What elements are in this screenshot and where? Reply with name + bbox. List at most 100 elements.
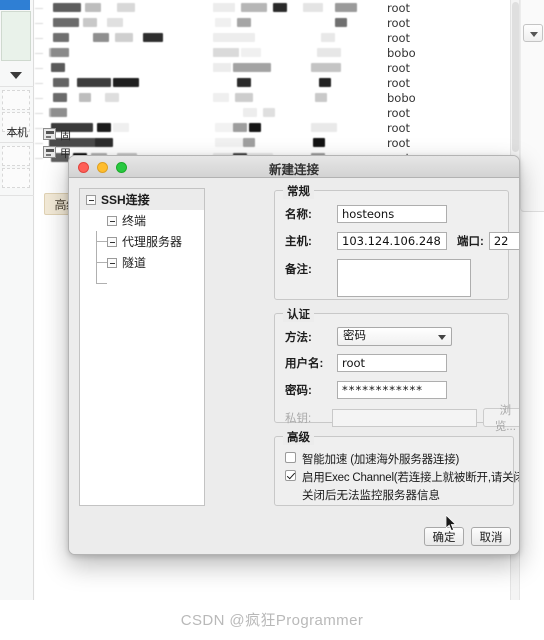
redacted-cell xyxy=(273,3,287,12)
collapse-toggle-icon[interactable] xyxy=(107,257,117,268)
password-label: 密码: xyxy=(285,385,312,397)
username-cell: bobo xyxy=(387,91,416,105)
rail-cell[interactable] xyxy=(2,168,30,188)
exec-channel-checkbox-row[interactable]: 启用Exec Channel(若连接上就被断开,请关闭该项,比如跳板机) xyxy=(285,469,519,485)
redacted-cell xyxy=(53,78,69,87)
method-select[interactable]: 密码 xyxy=(337,327,452,346)
password-field-row: 密码: xyxy=(285,381,447,399)
collapse-toggle-icon[interactable] xyxy=(86,194,96,205)
redacted-cell xyxy=(215,18,231,27)
redacted-cell xyxy=(311,123,337,132)
background-dropdown-button[interactable] xyxy=(523,24,543,42)
divider xyxy=(0,142,34,143)
redacted-cell xyxy=(117,3,135,12)
note-field-row: 备注: xyxy=(285,259,471,297)
redacted-cell xyxy=(215,123,235,132)
row-tick xyxy=(35,8,43,9)
redacted-cell xyxy=(213,3,235,12)
exec-channel-checkbox[interactable] xyxy=(285,470,296,481)
name-input[interactable] xyxy=(337,205,447,223)
rail-preview-box xyxy=(1,11,31,61)
tree-item-tunnel[interactable]: 隧道 xyxy=(80,252,204,273)
browse-button[interactable]: 浏览... xyxy=(482,405,519,433)
redacted-cell xyxy=(233,63,271,72)
collapse-toggle-icon[interactable] xyxy=(107,236,117,247)
divider xyxy=(0,86,34,87)
method-field-row: 方法: 密码 xyxy=(285,327,452,346)
row-tick xyxy=(35,53,43,54)
redacted-cell xyxy=(83,18,97,27)
ok-button[interactable]: 确定 xyxy=(424,527,464,546)
redacted-cell xyxy=(107,18,123,27)
redacted-cell xyxy=(77,78,111,87)
redacted-cell xyxy=(263,108,275,117)
dialog-body: SSH连接 终端 代理服务器 隧道 常规 名称: hosteons 主机: 10… xyxy=(69,178,519,554)
row-tick xyxy=(35,83,43,84)
row-tick xyxy=(35,23,43,24)
dialog-titlebar[interactable]: 新建连接 xyxy=(69,156,519,178)
name-label: 名称: xyxy=(285,209,312,221)
watermark: CSDN @疯狂Programmer xyxy=(180,612,364,629)
redacted-cell xyxy=(93,33,109,42)
redacted-cell xyxy=(105,93,119,102)
new-connection-dialog: 新建连接 SSH连接 终端 代理服务器 隧道 常规 名称: hosteons 主… xyxy=(68,155,520,555)
redacted-cell xyxy=(51,108,67,117)
chevron-down-icon[interactable] xyxy=(10,72,22,79)
redacted-cell xyxy=(51,48,69,57)
row-tick xyxy=(35,38,43,39)
privatekey-input[interactable] xyxy=(331,408,477,427)
dialog-title: 新建连接 xyxy=(268,163,319,177)
username-cell: bobo xyxy=(387,46,416,60)
host-label: 主机: xyxy=(285,236,312,248)
redacted-cell xyxy=(237,18,251,27)
password-input[interactable] xyxy=(337,381,447,399)
list-item[interactable]: 固 xyxy=(43,127,163,143)
username-cell: root xyxy=(387,136,411,150)
redacted-cell xyxy=(53,93,67,102)
tree-item-ssh-connection[interactable]: SSH连接 xyxy=(80,189,204,210)
collapse-toggle-icon[interactable] xyxy=(107,215,117,226)
redacted-cell xyxy=(233,123,247,132)
smart-acceleration-checkbox[interactable] xyxy=(285,452,296,463)
redacted-cell xyxy=(213,33,255,42)
redacted-cell xyxy=(237,78,251,87)
username-cell: root xyxy=(387,76,411,90)
background-scrollbar-thumb[interactable] xyxy=(512,2,519,152)
redacted-cell xyxy=(313,138,325,147)
smart-acceleration-checkbox-row[interactable]: 智能加速 (加速海外服务器连接) xyxy=(285,451,459,467)
privatekey-field-row: 私钥: 浏览... xyxy=(285,405,519,433)
divider xyxy=(0,195,34,196)
screen-root: 本机 root root root bobo root root bobo root root r… xyxy=(0,0,544,640)
cancel-button[interactable]: 取消 xyxy=(471,527,511,546)
host-field-row: 主机: 端口: xyxy=(285,232,519,250)
redacted-cell xyxy=(53,18,79,27)
redacted-cell xyxy=(215,138,243,147)
rail-cell[interactable] xyxy=(2,146,30,166)
general-group: 常规 名称: 主机: 端口: 备注: xyxy=(274,183,519,300)
smart-acceleration-label: 智能加速 (加速海外服务器连接) xyxy=(302,454,460,466)
rail-selected-tab[interactable] xyxy=(0,0,30,10)
redacted-cell xyxy=(213,63,231,72)
rail-local-label: 本机 xyxy=(6,127,29,139)
redacted-cell xyxy=(51,63,65,72)
redacted-cell xyxy=(85,3,101,12)
username-label: 用户名: xyxy=(285,358,324,370)
host-input[interactable] xyxy=(337,232,447,250)
tree-item-terminal[interactable]: 终端 xyxy=(80,210,204,231)
method-select-value: 密码 xyxy=(343,330,366,342)
tree-item-proxy-server[interactable]: 代理服务器 xyxy=(80,231,204,252)
redacted-cell xyxy=(315,93,327,102)
note-textarea[interactable] xyxy=(337,259,471,297)
rail-cell[interactable] xyxy=(2,90,30,110)
port-input[interactable] xyxy=(488,232,519,250)
username-field-row: 用户名: xyxy=(285,354,447,372)
redacted-cell xyxy=(53,3,81,12)
settings-category-tree[interactable]: SSH连接 终端 代理服务器 隧道 xyxy=(79,188,205,506)
redacted-cell xyxy=(335,18,347,27)
username-input[interactable] xyxy=(337,354,447,372)
server-icon xyxy=(43,146,56,158)
redacted-cell xyxy=(143,33,163,42)
dialog-footer: 确定 取消 xyxy=(424,527,511,546)
username-cell: root xyxy=(387,31,411,45)
redacted-cell xyxy=(249,123,261,132)
